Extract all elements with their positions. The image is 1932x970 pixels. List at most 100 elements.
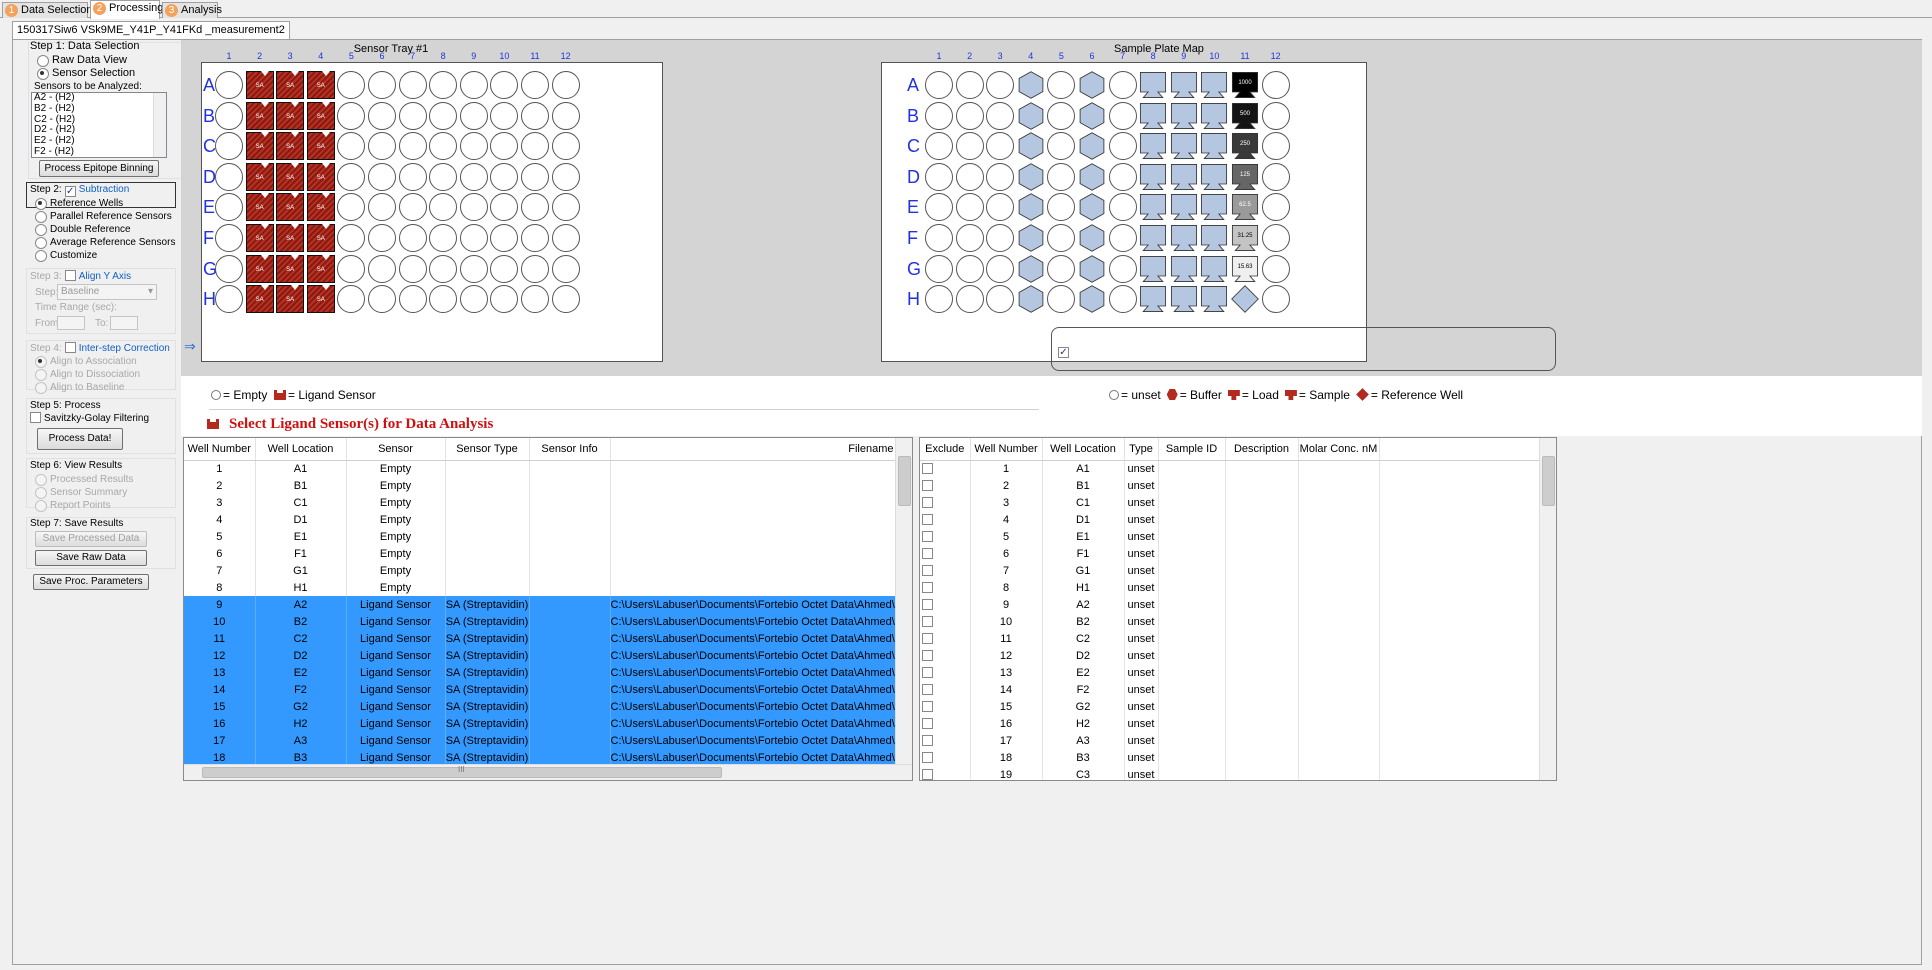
cell-sample-id[interactable] [1158,528,1226,545]
table-row[interactable]: 5 E1 Empty [184,528,899,545]
col-header-well-location[interactable]: Well Location [255,438,347,461]
list-item[interactable]: B2 - (H2) [34,103,166,115]
align-to-baseline-radio[interactable]: Align to Baseline [33,381,125,394]
buffer-well[interactable] [1017,71,1045,99]
sensor-table-hscrollbar[interactable]: III [184,764,912,780]
sample-well[interactable] [1170,193,1198,221]
cell-molar-conc[interactable] [1298,511,1380,528]
exclude-checkbox[interactable] [922,581,933,593]
empty-well[interactable] [490,254,519,283]
empty-well[interactable] [551,71,580,99]
cell-filler[interactable] [1379,732,1541,749]
cell-sample-id[interactable] [1158,613,1226,630]
cell-molar-conc[interactable] [1298,494,1380,511]
empty-well[interactable] [551,132,580,161]
buffer-well[interactable] [1017,224,1045,252]
empty-well[interactable] [215,162,243,191]
cell-sample-id[interactable] [1158,715,1226,732]
empty-well[interactable] [215,285,243,314]
empty-well[interactable] [459,101,488,130]
buffer-well[interactable] [1078,71,1106,99]
sample-well[interactable] [1170,102,1198,130]
empty-well[interactable] [429,224,458,252]
cell-description[interactable] [1225,460,1299,477]
empty-well[interactable] [459,193,488,222]
table-row[interactable]: 2 B1 Empty [184,477,899,494]
cell-sample-id[interactable] [1158,664,1226,681]
unset-well[interactable] [1108,285,1137,314]
unset-well[interactable] [1108,101,1137,130]
unset-well[interactable] [1047,254,1076,283]
align-to-dissociation-radio[interactable]: Align to Dissociation [33,368,140,381]
cell-molar-conc[interactable] [1298,596,1380,613]
exclude-checkbox[interactable] [922,479,933,491]
col-header-well-number[interactable]: Well Number [184,438,256,461]
exclude-checkbox[interactable] [922,462,933,474]
unset-well[interactable] [925,132,953,161]
cell-sample-id[interactable] [1158,681,1226,698]
exclude-checkbox[interactable] [922,615,933,627]
sensors-listbox[interactable]: A2 - (H2) B2 - (H2) C2 - (H2) D2 - (H2) … [31,92,167,158]
table-row[interactable]: 19 C3 unset [920,766,1541,780]
cell-description[interactable] [1225,596,1299,613]
table-row[interactable]: 13 E2 Ligand Sensor SA (Streptavidin) C:\Use… [184,664,899,681]
unset-well[interactable] [1108,132,1137,161]
empty-well[interactable] [398,71,427,99]
ligand-sensor-well[interactable]: SA [245,285,274,314]
table-row[interactable]: 15 G2 Ligand Sensor SA (Streptavidin) C:\Use… [184,698,899,715]
unset-well[interactable] [986,71,1015,99]
unset-well[interactable] [1108,71,1137,99]
ligand-sensor-well[interactable]: SA [245,193,274,222]
concentration-well[interactable]: 15.63 [1231,255,1259,283]
unset-well[interactable] [1261,101,1290,130]
unset-well[interactable] [1108,162,1137,191]
list-item[interactable]: F2 - (H2) [34,146,166,157]
buffer-well[interactable] [1017,285,1045,313]
sample-well[interactable] [1170,71,1198,99]
exclude-checkbox[interactable] [922,768,933,780]
parallel-reference-sensors-radio[interactable]: Parallel Reference Sensors [33,210,172,223]
raw-data-view-radio[interactable]: Raw Data View [35,54,127,67]
empty-well[interactable] [215,224,243,252]
cell-molar-conc[interactable] [1298,579,1380,596]
cell-sample-id[interactable] [1158,647,1226,664]
empty-well[interactable] [368,224,396,252]
ligand-sensor-well[interactable]: SA [276,71,305,99]
exclude-checkbox[interactable] [922,717,933,729]
sample-table-vscrollbar[interactable] [1539,438,1556,780]
table-row[interactable]: 3 C1 unset [920,494,1541,511]
col-header-type[interactable]: Type [1124,438,1159,461]
empty-well[interactable] [368,101,396,130]
ligand-sensor-well[interactable]: SA [306,224,335,252]
empty-well[interactable] [459,254,488,283]
unset-well[interactable] [1261,132,1290,161]
sample-well[interactable] [1200,102,1228,130]
unset-well[interactable] [925,285,953,314]
empty-well[interactable] [521,71,549,99]
unset-well[interactable] [925,224,953,252]
ligand-sensor-well[interactable]: SA [245,132,274,161]
ligand-sensor-well[interactable]: SA [306,254,335,283]
cell-molar-conc[interactable] [1298,732,1380,749]
table-row[interactable]: 5 E1 unset [920,528,1541,545]
empty-well[interactable] [429,254,458,283]
cell-sample-id[interactable] [1158,596,1226,613]
sample-well[interactable] [1200,285,1228,313]
empty-well[interactable] [459,162,488,191]
cell-sample-id[interactable] [1158,630,1226,647]
unset-well[interactable] [925,101,953,130]
ligand-sensor-well[interactable]: SA [276,224,305,252]
unset-well[interactable] [955,193,984,222]
cell-molar-conc[interactable] [1298,681,1380,698]
table-row[interactable]: 11 C2 unset [920,630,1541,647]
from-input[interactable] [57,316,85,330]
sensor-selection-radio[interactable]: Sensor Selection [35,67,135,80]
cell-sample-id[interactable] [1158,511,1226,528]
cell-description[interactable] [1225,749,1299,766]
empty-well[interactable] [215,101,243,130]
empty-well[interactable] [521,132,549,161]
table-row[interactable]: 10 B2 unset [920,613,1541,630]
sample-well[interactable] [1170,163,1198,191]
table-row[interactable]: 10 B2 Ligand Sensor SA (Streptavidin) C:\Use… [184,613,899,630]
sample-well[interactable] [1200,224,1228,252]
